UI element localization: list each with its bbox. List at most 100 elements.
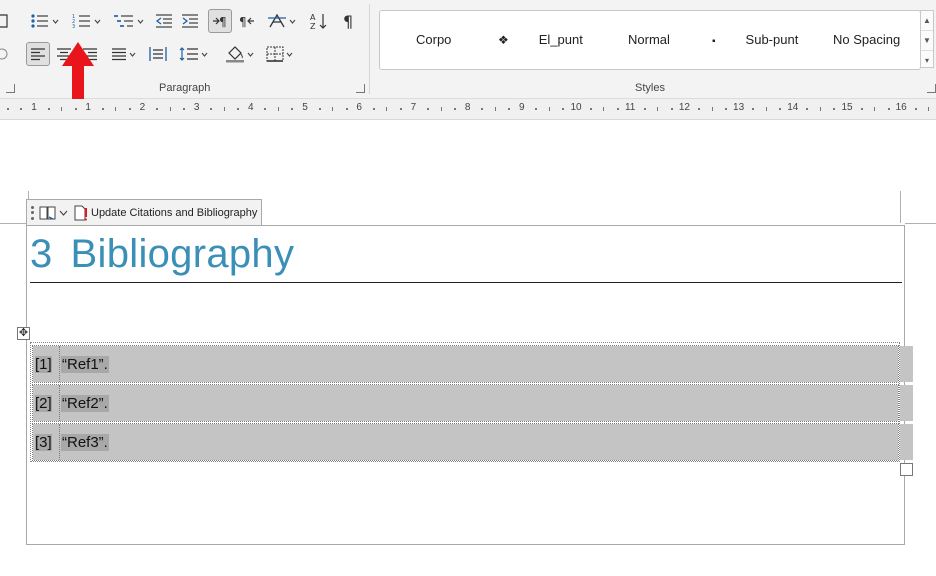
table-move-handle-icon[interactable]: ✥ [17, 327, 30, 340]
reference-number-cell[interactable]: [2] [33, 385, 60, 421]
ruler-tick [318, 108, 321, 110]
sort-button[interactable]: AZ [308, 9, 330, 33]
ruler-number: 4 [248, 102, 254, 113]
margin-corner [905, 223, 936, 224]
row-end-marker [900, 346, 913, 382]
ruler-tick [670, 108, 673, 110]
paragraph-group-label: Paragraph [159, 82, 211, 94]
chevron-down-icon[interactable] [59, 210, 68, 216]
style-normal[interactable]: Normal [628, 32, 670, 47]
ruler-tick [399, 108, 402, 110]
chevron-down-icon [247, 52, 253, 57]
reference-number-cell[interactable]: [1] [33, 346, 60, 382]
borders-icon [266, 46, 283, 62]
character-spacing-button[interactable] [264, 9, 298, 33]
ruler-tick [860, 108, 863, 110]
update-document-icon [74, 205, 87, 220]
svg-text:¶: ¶ [239, 15, 247, 28]
styles-group-label: Styles [635, 82, 665, 94]
paragraph-dialog-launcher-icon[interactable] [356, 84, 365, 93]
distributed-button[interactable] [146, 42, 170, 66]
styles-dialog-launcher-icon[interactable] [927, 84, 936, 93]
ruler-tick [752, 108, 755, 110]
align-left-icon [31, 48, 45, 61]
scroll-down-icon[interactable]: ▼ [921, 31, 933, 51]
numbering-button[interactable]: 123 [68, 9, 104, 33]
ruler-tick [603, 107, 605, 111]
update-citations-button[interactable]: Update Citations and Bibliography [91, 207, 257, 219]
grip-icon[interactable] [31, 205, 35, 220]
content-control-tab[interactable]: Update Citations and Bibliography [26, 199, 263, 225]
ruler-number: 1 [85, 102, 91, 113]
ruler-tick [819, 107, 821, 111]
align-left-button[interactable] [26, 42, 50, 66]
ruler-tick [169, 107, 171, 111]
bibliography-book-icon[interactable] [39, 205, 57, 221]
ruler-tick [725, 108, 728, 110]
bullets-button[interactable] [26, 9, 62, 33]
table-row[interactable]: [1] “Ref1”. [32, 345, 899, 383]
reference-text[interactable]: “Ref2”. [61, 395, 109, 412]
ruler-tick [74, 108, 77, 110]
ruler-tick [291, 108, 294, 110]
reference-text[interactable]: “Ref1”. [61, 356, 109, 373]
multilevel-list-button[interactable] [110, 9, 146, 33]
row-end-marker [900, 424, 913, 460]
reference-text[interactable]: “Ref3”. [61, 434, 109, 451]
ruler-tick [115, 107, 117, 111]
ruler-tick [440, 107, 442, 111]
show-formatting-button[interactable]: ¶ [338, 9, 360, 33]
more-styles-icon[interactable]: ▾ [921, 51, 933, 70]
heading-number: 3 [30, 232, 53, 276]
ruler-number: 10 [570, 102, 582, 113]
decrease-indent-button[interactable] [152, 9, 176, 33]
table-resize-handle-icon[interactable] [900, 463, 913, 476]
paragraph-group: 123 ¶ ¶ AZ ¶ Paragraph [0, 0, 370, 98]
ruler-tick [562, 108, 565, 110]
ruler-tick [657, 107, 659, 111]
ruler-tick [223, 107, 225, 111]
ruler-tick [61, 107, 63, 111]
numbering-icon: 123 [72, 14, 90, 29]
style-corpo[interactable]: Corpo [416, 32, 451, 47]
line-spacing-icon [179, 47, 198, 61]
justify-button[interactable] [106, 42, 140, 66]
ribbon: 123 ¶ ¶ AZ ¶ Paragraph Corpo ❖ El_punt N… [0, 0, 936, 99]
line-spacing-button[interactable] [176, 42, 210, 66]
styles-gallery-scroll[interactable]: ▲ ▼ ▾ [920, 10, 934, 68]
shading-button[interactable] [222, 42, 256, 66]
ruler-tick [210, 108, 213, 110]
svg-text:Z: Z [310, 22, 316, 30]
ruler-number: 11 [624, 102, 636, 113]
style-el-punt[interactable]: ❖ El_punt [498, 32, 583, 47]
ruler-tick [874, 107, 876, 111]
ruler-tick [697, 108, 700, 110]
chevron-down-icon [201, 52, 207, 57]
style-no-spacing[interactable]: No Spacing [833, 32, 900, 47]
left-to-right-button[interactable]: ¶ [208, 9, 232, 33]
reference-number-cell[interactable]: [3] [33, 424, 60, 460]
ruler-tick [372, 108, 375, 110]
ruler-tick [47, 108, 50, 110]
ruler-tick [508, 108, 511, 110]
borders-button[interactable] [262, 42, 296, 66]
ruler-number: 6 [356, 102, 362, 113]
ruler-number: 14 [787, 102, 799, 113]
font-dialog-launcher-icon[interactable] [6, 84, 15, 93]
ruler-tick [277, 107, 279, 111]
ruler-tick [6, 108, 9, 110]
horizontal-ruler[interactable]: 1 1 2 3 4 5 6 7 8 9 10 11 12 13 14 15 16 [0, 99, 936, 120]
style-sub-punt[interactable]: ▪ Sub-punt [712, 32, 798, 47]
ruler-tick [332, 107, 334, 111]
ruler-tick [128, 108, 131, 110]
chevron-down-icon [289, 19, 295, 24]
scroll-up-icon[interactable]: ▲ [921, 11, 933, 31]
ruler-tick [914, 108, 917, 110]
increase-indent-button[interactable] [178, 9, 202, 33]
style-marker: ▪ [712, 36, 716, 47]
table-row[interactable]: [2] “Ref2”. [32, 384, 899, 422]
right-to-left-button[interactable]: ¶ [236, 9, 258, 33]
table-row[interactable]: [3] “Ref3”. [32, 423, 899, 461]
partial-icon [0, 42, 8, 66]
clear-formatting-icon[interactable] [0, 9, 8, 33]
